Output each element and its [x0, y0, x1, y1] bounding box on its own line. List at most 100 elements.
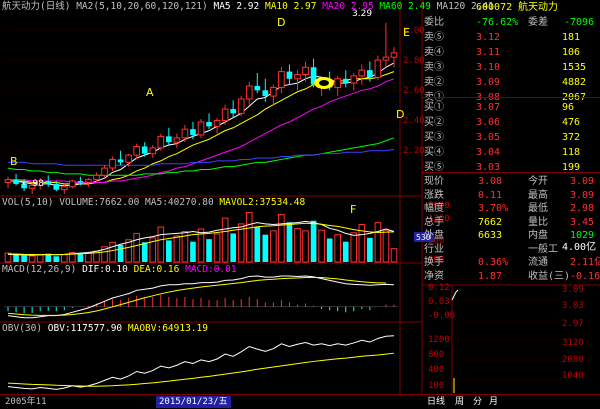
annotation-e: E	[403, 26, 410, 39]
annotation-f: F	[350, 203, 356, 216]
candle-body-up	[294, 73, 301, 80]
candle-body-up	[69, 180, 76, 188]
volume-bar-up	[245, 211, 253, 263]
bid-level-row[interactable]: 买③ 3.05 372	[422, 130, 600, 145]
ask-volume: 106	[562, 47, 581, 58]
side-divider	[422, 97, 600, 98]
macd-dea: DEA:0.16	[133, 264, 180, 275]
volume-bar-up	[85, 252, 92, 263]
candle-body-down	[117, 159, 124, 163]
obv-header: OBV(30) OBV:117577.90 MAOBV:64913.19	[2, 323, 208, 335]
tab-daily[interactable]: 日线	[424, 396, 448, 408]
volume-bar-up	[374, 222, 382, 263]
candle-body-up	[125, 154, 132, 163]
bid-level-row[interactable]: 买④ 3.04 118	[422, 145, 600, 160]
volume-bar-up	[334, 234, 342, 263]
ma-param-label: MA2(5,10,20,60,120,121)	[76, 1, 208, 12]
volume-bar-up	[36, 254, 44, 263]
candle-body-up	[109, 158, 116, 169]
volume-bar-down	[254, 227, 261, 262]
obv-lines	[7, 335, 395, 390]
date-cursor: 2015/01/23/五	[156, 396, 231, 408]
bid-volume: 118	[562, 147, 581, 158]
ask-label: 卖③	[424, 62, 444, 73]
volume-bar-down	[367, 237, 373, 262]
candle-body-up	[133, 145, 140, 156]
macd-tick: -0.06	[428, 311, 455, 321]
annotation-b: B	[10, 155, 18, 168]
volume-bar-up	[278, 213, 285, 263]
macd-lines	[7, 275, 395, 319]
candle-body-up	[390, 52, 398, 58]
macd-dif: DIF:0.10	[82, 264, 128, 275]
macd-histogram[interactable]	[4, 294, 398, 314]
obv-label: OBV(30)	[2, 323, 43, 334]
quote-stat-row[interactable]: 净资 1.87 收益(三) -0.16	[422, 269, 600, 284]
volume-bar-up	[318, 229, 325, 263]
candle-body-up	[374, 59, 382, 78]
ma20-value: MA20 2.95	[322, 1, 374, 12]
volume-ma5: MA5:40270.80	[145, 197, 214, 208]
candlestick-series[interactable]	[4, 22, 398, 194]
volume-bar-down	[13, 254, 19, 262]
ask-price: 3.11	[476, 47, 501, 58]
candle-body-up	[270, 86, 277, 97]
ask-level-row[interactable]: 卖③ 3.10 1535	[422, 60, 600, 75]
macd-axis: 0.12 0.03 -0.06	[428, 283, 455, 321]
macd-label: MACD(12,26,9)	[2, 264, 77, 275]
candle-body-up	[4, 179, 12, 183]
candle-body-up	[221, 108, 229, 122]
ask-price: 3.10	[476, 62, 501, 73]
candle-body-up	[60, 186, 68, 191]
volume-bar-up	[382, 229, 390, 263]
candle-body-up	[245, 85, 253, 100]
volume-bar-down	[53, 256, 60, 262]
stock-title: 航天动力(日线)	[2, 1, 71, 12]
candle-body-down	[206, 122, 212, 127]
volume-bar-up	[157, 226, 165, 263]
tab-weekly[interactable]: 周	[452, 396, 467, 408]
tab-monthly[interactable]: 月	[486, 396, 501, 408]
bid-price: 3.04	[476, 147, 501, 158]
volume-bar-up	[60, 254, 68, 263]
bid-level-row[interactable]: 买② 3.06 476	[422, 115, 600, 130]
candle-body-up	[197, 121, 205, 136]
candle-body-up	[213, 120, 221, 127]
candle-body-up	[157, 135, 165, 149]
volume-bar-up	[294, 228, 301, 263]
ask-level-row[interactable]: 卖④ 3.11 106	[422, 45, 600, 60]
volume-bar-down	[77, 253, 84, 262]
macd-tick: 0.03	[428, 297, 450, 307]
main-chart-header: 航天动力(日线) MA2(5,10,20,60,120,121) MA5 2.9…	[2, 1, 494, 13]
volume-bar-down	[286, 222, 293, 262]
maobv-value: MAOBV:64913.19	[127, 323, 208, 334]
stock-code: 600072	[476, 2, 513, 13]
ask-price: 3.09	[476, 77, 501, 88]
obv-tick: 1200	[428, 335, 450, 345]
ma-line-ma60	[7, 137, 395, 176]
ask-level-row[interactable]: 卖② 3.09 4882	[422, 75, 600, 90]
volume-bar-down	[166, 240, 172, 262]
ma-line-ma120	[8, 148, 395, 166]
volume-bar-up	[221, 217, 229, 263]
ask-price: 3.12	[476, 32, 501, 43]
ask-label: 卖④	[424, 47, 444, 58]
candle-body-up	[358, 69, 366, 77]
stat-label: 净资	[424, 270, 444, 282]
candle-body-down	[190, 129, 196, 135]
ask-level-row[interactable]: 卖⑤ 3.12 181	[422, 30, 600, 45]
candle-body-up	[93, 174, 100, 181]
candle-body-down	[286, 71, 293, 79]
bid-volume: 96	[562, 102, 575, 113]
candle-body-up	[181, 128, 189, 139]
bid-volume: 476	[562, 117, 581, 128]
candle-body-down	[230, 109, 236, 114]
tab-minute[interactable]: 分	[470, 396, 485, 408]
obv-value: OBV:117577.90	[47, 323, 123, 334]
obv-axis: 1200 800 400 100	[428, 335, 450, 391]
volume-bar-down	[230, 233, 236, 262]
bid-level-row[interactable]: 买① 3.07 96	[422, 100, 600, 115]
volume-bar-up	[390, 248, 398, 263]
volume-bar-down	[342, 241, 349, 262]
ma5-value: MA5 2.92	[213, 1, 260, 12]
